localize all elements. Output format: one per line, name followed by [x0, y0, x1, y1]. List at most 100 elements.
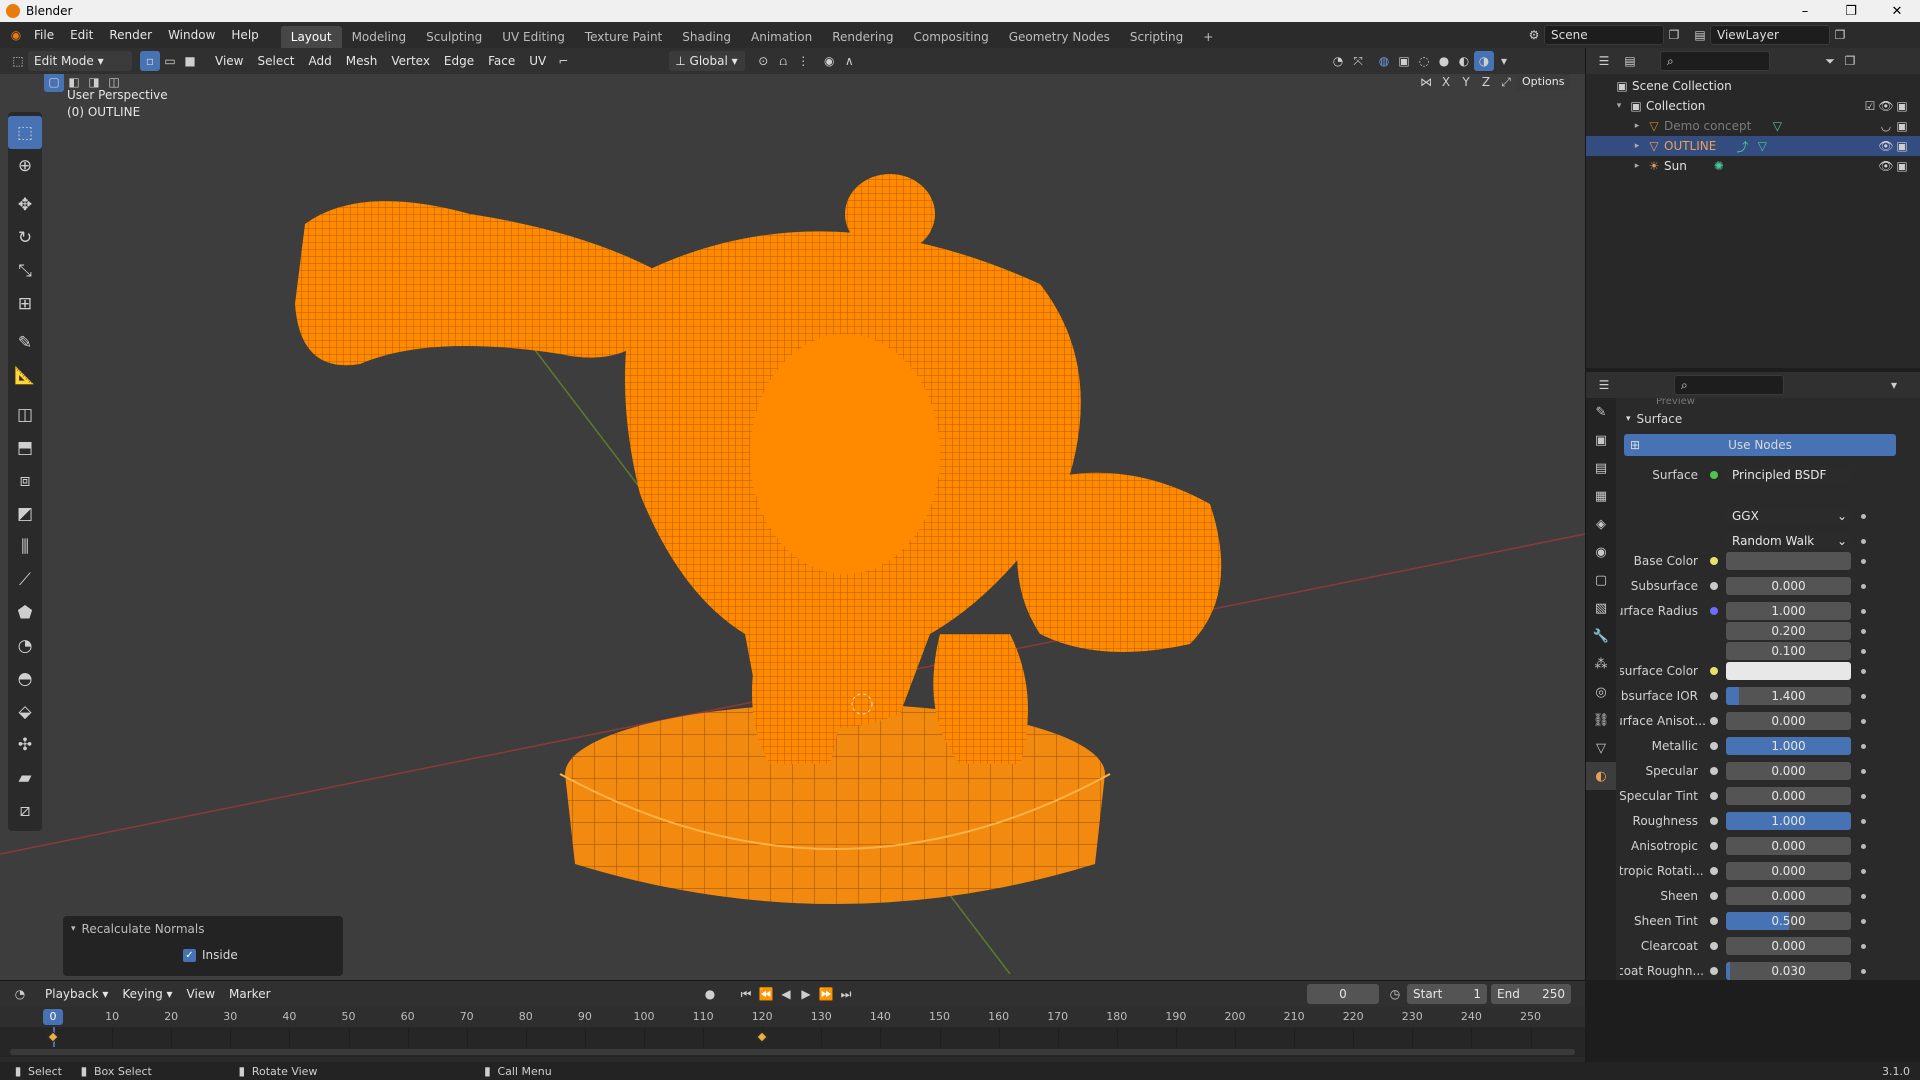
start-frame-field[interactable]: Start 1	[1407, 984, 1487, 1004]
select-new-icon[interactable]: ▢	[44, 74, 64, 92]
add-cube-icon[interactable]: ◫	[8, 398, 42, 431]
modifier-tab-icon[interactable]: 🔧	[1586, 622, 1616, 650]
proportional-edit-icon[interactable]: ◉	[819, 51, 839, 71]
shading-options-icon[interactable]: ▾	[1494, 51, 1514, 71]
vertex-select-icon[interactable]: ▫	[140, 51, 160, 71]
number-field[interactable]: 1.000	[1726, 737, 1851, 755]
end-frame-field[interactable]: End 250	[1491, 984, 1571, 1004]
cursor-icon[interactable]: ⊕	[8, 149, 42, 182]
poly-build-icon[interactable]: ⬟	[8, 596, 42, 629]
playback-menu[interactable]: Playback ▾	[38, 981, 115, 1007]
smooth-icon[interactable]: ◓	[8, 662, 42, 695]
axis-z-toggle[interactable]: Z	[1476, 74, 1496, 92]
physics-tab-icon[interactable]: ◎	[1586, 678, 1616, 706]
xray-icon[interactable]: ▣	[1394, 51, 1414, 71]
maximize-button[interactable]: ❐	[1828, 0, 1874, 22]
editor-type-icon[interactable]: ⬚	[8, 51, 28, 71]
axis-x-toggle[interactable]: X	[1436, 74, 1456, 92]
menu-window[interactable]: Window	[160, 22, 223, 48]
menu-help[interactable]: Help	[223, 22, 266, 48]
outliner-editor-icon[interactable]: ☰	[1594, 51, 1614, 71]
tab-animation[interactable]: Animation	[741, 26, 822, 48]
eye-icon[interactable]: 👁	[1878, 96, 1894, 116]
scale-icon[interactable]: ⤡	[8, 254, 42, 287]
filter-icon[interactable]: ⏷	[1820, 51, 1840, 71]
number-field[interactable]: 0.000	[1726, 837, 1851, 855]
jump-start-icon[interactable]: ⏮	[736, 984, 756, 1004]
expand-icon[interactable]: ▾	[1612, 101, 1626, 111]
eye-icon[interactable]: 👁	[1878, 136, 1894, 156]
keyframe-dot-icon[interactable]	[1861, 718, 1866, 724]
collection-tab-icon[interactable]: ▢	[1586, 566, 1616, 594]
menu-vertex[interactable]: Vertex	[384, 48, 437, 74]
tab-compositing[interactable]: Compositing	[903, 26, 998, 48]
prev-keyframe-icon[interactable]: ⏪	[756, 984, 776, 1004]
number-field[interactable]: 0.000	[1726, 862, 1851, 880]
transform-icon[interactable]: ⊞	[8, 287, 42, 320]
tab-scripting[interactable]: Scripting	[1120, 26, 1193, 48]
inset-icon[interactable]: ⧈	[8, 464, 42, 497]
knife-icon[interactable]: ⟋	[8, 563, 42, 596]
playhead[interactable]: 0	[43, 1009, 63, 1025]
option-dropdown[interactable]: Random Walk ⌄	[1726, 532, 1851, 550]
camera-icon[interactable]: ▣	[1894, 96, 1910, 116]
auto-merge-icon[interactable]: ⤢	[1496, 74, 1516, 92]
number-field[interactable]: 0.000	[1726, 937, 1851, 955]
pivot-icon[interactable]: ⊙	[753, 51, 773, 71]
frame-ruler[interactable]: 0 10 20 30 40 50 60 70 80 90 100 110 120 130 140 150 160…	[0, 1007, 1585, 1027]
timeline-view-menu[interactable]: View	[180, 981, 222, 1007]
keyframe-dot-icon[interactable]	[1861, 943, 1866, 949]
option-dropdown[interactable]: GGX ⌄	[1726, 507, 1851, 525]
render-tab-icon[interactable]: ▣	[1586, 426, 1616, 454]
number-field[interactable]: 1.000	[1726, 812, 1851, 830]
copy-scene-icon[interactable]: ❐	[1664, 25, 1684, 45]
viewport-3d[interactable]: User Perspective (0) OUTLINE ▢ ◧ ◨ ◫ ⋈ X…	[0, 74, 1585, 980]
shrink-fatten-icon[interactable]: ✣	[8, 728, 42, 761]
overlays-icon[interactable]: ◍	[1374, 51, 1394, 71]
rotate-icon[interactable]: ↻	[8, 221, 42, 254]
number-field[interactable]: 0.000	[1726, 787, 1851, 805]
output-tab-icon[interactable]: ▤	[1586, 454, 1616, 482]
data-tab-icon[interactable]: ▽	[1586, 734, 1616, 762]
keyframe-dot-icon[interactable]	[1861, 968, 1866, 974]
keyframe-dot-icon[interactable]	[1861, 668, 1866, 674]
color-field[interactable]	[1726, 552, 1851, 570]
bevel-icon[interactable]: ◩	[8, 497, 42, 530]
keyframe-dot-icon[interactable]	[1861, 648, 1866, 654]
blender-menu-icon[interactable]: ◉	[6, 25, 26, 45]
tab-layout[interactable]: Layout	[280, 26, 342, 48]
collapse-icon[interactable]: ▾	[1626, 414, 1631, 424]
play-icon[interactable]: ▶	[796, 984, 816, 1004]
constraints-tab-icon[interactable]: ⛓	[1586, 706, 1616, 734]
menu-edge[interactable]: Edge	[437, 48, 481, 74]
expand-icon[interactable]: ▸	[1630, 121, 1644, 131]
keyframe-marker[interactable]	[47, 1031, 59, 1043]
number-field[interactable]: 1.400	[1726, 687, 1851, 705]
minimize-button[interactable]: –	[1782, 0, 1828, 22]
properties-editor-icon[interactable]: ☰	[1594, 375, 1614, 395]
keyframe-dot-icon[interactable]	[1861, 558, 1866, 564]
pin-icon[interactable]: ▾	[1884, 375, 1904, 395]
scene-collection-row[interactable]: ▣ Scene Collection	[1586, 76, 1920, 96]
scene-field[interactable]: Scene	[1544, 25, 1664, 45]
tab-rendering[interactable]: Rendering	[822, 26, 903, 48]
current-frame-field[interactable]: 0	[1307, 984, 1379, 1004]
keying-menu[interactable]: Keying ▾	[115, 981, 179, 1007]
new-collection-icon[interactable]: ❐	[1840, 51, 1860, 71]
outliner-item[interactable]: ▸ ▽ Demo concept ▽ ◡ ▣	[1586, 116, 1920, 136]
spin-icon[interactable]: ◔	[8, 629, 42, 662]
number-field[interactable]: 0.500	[1726, 912, 1851, 930]
eye-icon[interactable]: 👁	[1878, 156, 1894, 176]
tab-uv-editing[interactable]: UV Editing	[492, 26, 575, 48]
tab-modeling[interactable]: Modeling	[342, 26, 417, 48]
camera-icon[interactable]: ▣	[1894, 156, 1910, 176]
keyframe-dot-icon[interactable]	[1861, 513, 1866, 519]
display-mode-icon[interactable]: ▤	[1620, 51, 1640, 71]
scene-tab-icon[interactable]: ◈	[1586, 510, 1616, 538]
keyframe-dot-icon[interactable]	[1861, 918, 1866, 924]
menu-render[interactable]: Render	[101, 22, 160, 48]
annotate-icon[interactable]: ✎	[8, 326, 42, 359]
keyframe-marker[interactable]	[756, 1031, 768, 1043]
falloff-icon[interactable]: ∧	[839, 51, 859, 71]
edge-select-icon[interactable]: ▭	[160, 51, 180, 71]
